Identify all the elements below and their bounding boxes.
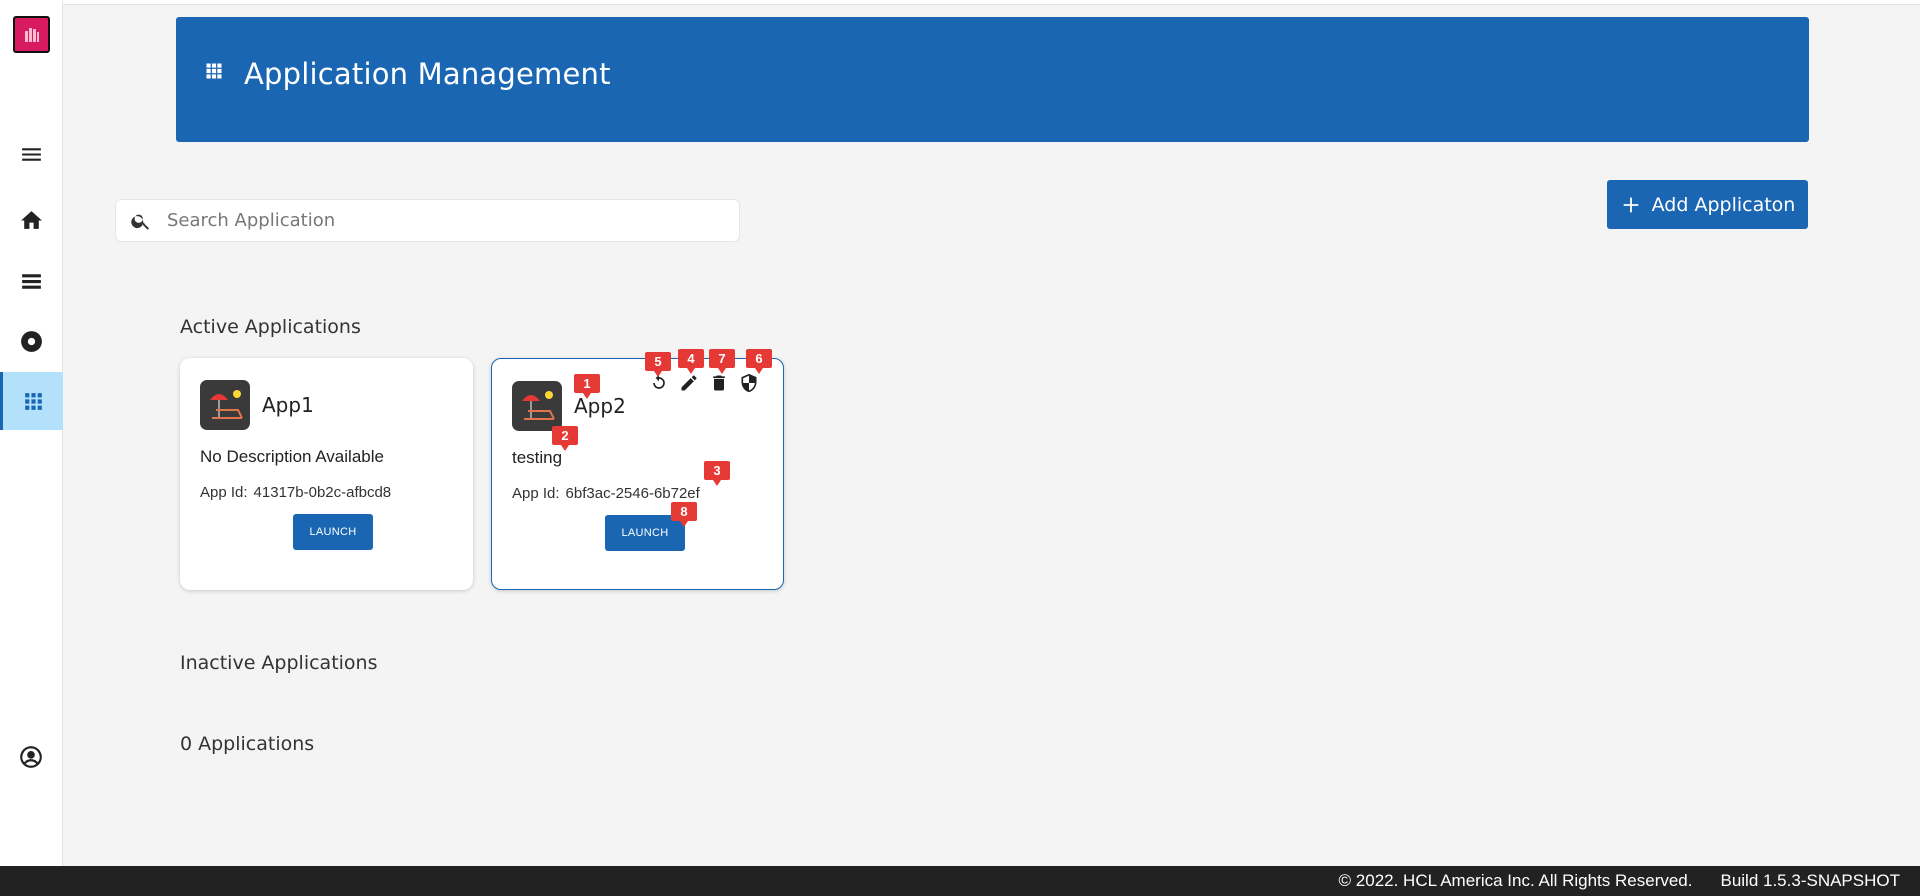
- add-application-label: Add Applicaton: [1651, 193, 1796, 216]
- annotation-marker-8: 8: [671, 502, 697, 527]
- list-icon: [22, 273, 41, 289]
- menu-icon: [22, 147, 41, 161]
- annotation-marker-5: 5: [645, 352, 671, 377]
- app-actions: [649, 373, 759, 393]
- app-icon: [512, 381, 562, 431]
- app-card[interactable]: App1 No Description Available App Id: 413…: [180, 358, 473, 590]
- app-id-label: App Id:: [512, 485, 560, 502]
- annotation-marker-1: 1: [574, 374, 600, 399]
- add-application-button[interactable]: Add Applicaton: [1607, 180, 1808, 229]
- app-name: App2: [574, 394, 626, 418]
- search-icon: [131, 214, 150, 230]
- app-name: App1: [262, 393, 314, 417]
- edit-icon: [681, 375, 697, 391]
- user-profile-button[interactable]: [18, 744, 44, 770]
- delete-icon: [713, 375, 725, 391]
- shield-icon: [741, 373, 757, 393]
- annotation-marker-2: 2: [552, 426, 578, 451]
- top-border: [0, 0, 1920, 5]
- plus-icon: [1623, 197, 1638, 212]
- annotation-marker-7: 7: [709, 349, 735, 374]
- launch-button[interactable]: LAUNCH: [293, 514, 373, 550]
- app-description: testing: [512, 448, 563, 467]
- inactive-applications-count: 0 Applications: [180, 733, 315, 755]
- delete-button[interactable]: [709, 373, 729, 393]
- active-applications-heading: Active Applications: [180, 316, 361, 338]
- search-input[interactable]: [167, 210, 727, 231]
- user-circle-icon: [20, 746, 42, 768]
- footer: © 2022. HCL America Inc. All Rights Rese…: [0, 866, 1920, 896]
- page-title: Application Management: [244, 57, 611, 91]
- app-id-value: 41317b-0b2c-afbcd8: [253, 484, 392, 501]
- copyright-text: © 2022. HCL America Inc. All Rights Rese…: [1338, 871, 1693, 890]
- sidebar-item-home[interactable]: [0, 191, 63, 249]
- app-id: App Id: 41317b-0b2c-afbcd8: [200, 484, 391, 501]
- sidebar: [0, 0, 63, 866]
- build-version: Build 1.5.3-SNAPSHOT: [1720, 871, 1900, 890]
- apps-grid-icon: [24, 392, 42, 410]
- apps-grid-icon: [206, 63, 222, 79]
- menu-button[interactable]: [0, 125, 63, 183]
- app-description: No Description Available: [200, 447, 384, 466]
- app-id-label: App Id:: [200, 484, 248, 501]
- app-id-value: 6bf3ac-2546-6b72ef: [565, 485, 700, 502]
- sidebar-item-list[interactable]: [0, 252, 63, 310]
- app-card[interactable]: App2 testing App Id: 6bf3ac-2546-6b72ef L…: [491, 358, 784, 590]
- app-id: App Id: 6bf3ac-2546-6b72ef: [512, 485, 700, 502]
- annotation-marker-3: 3: [704, 461, 730, 486]
- sidebar-item-applications[interactable]: [0, 372, 63, 430]
- inactive-applications-heading: Inactive Applications: [180, 652, 378, 674]
- logo-icon[interactable]: [13, 16, 50, 53]
- home-icon: [21, 210, 42, 229]
- disc-icon: [21, 330, 42, 352]
- security-button[interactable]: [739, 373, 759, 393]
- annotation-marker-6: 6: [746, 349, 772, 374]
- sidebar-item-disc[interactable]: [0, 312, 63, 370]
- page-header: Application Management: [176, 17, 1809, 142]
- edit-button[interactable]: [679, 373, 699, 393]
- search-box: [115, 199, 740, 242]
- app-icon: [200, 380, 250, 430]
- annotation-marker-4: 4: [678, 349, 704, 374]
